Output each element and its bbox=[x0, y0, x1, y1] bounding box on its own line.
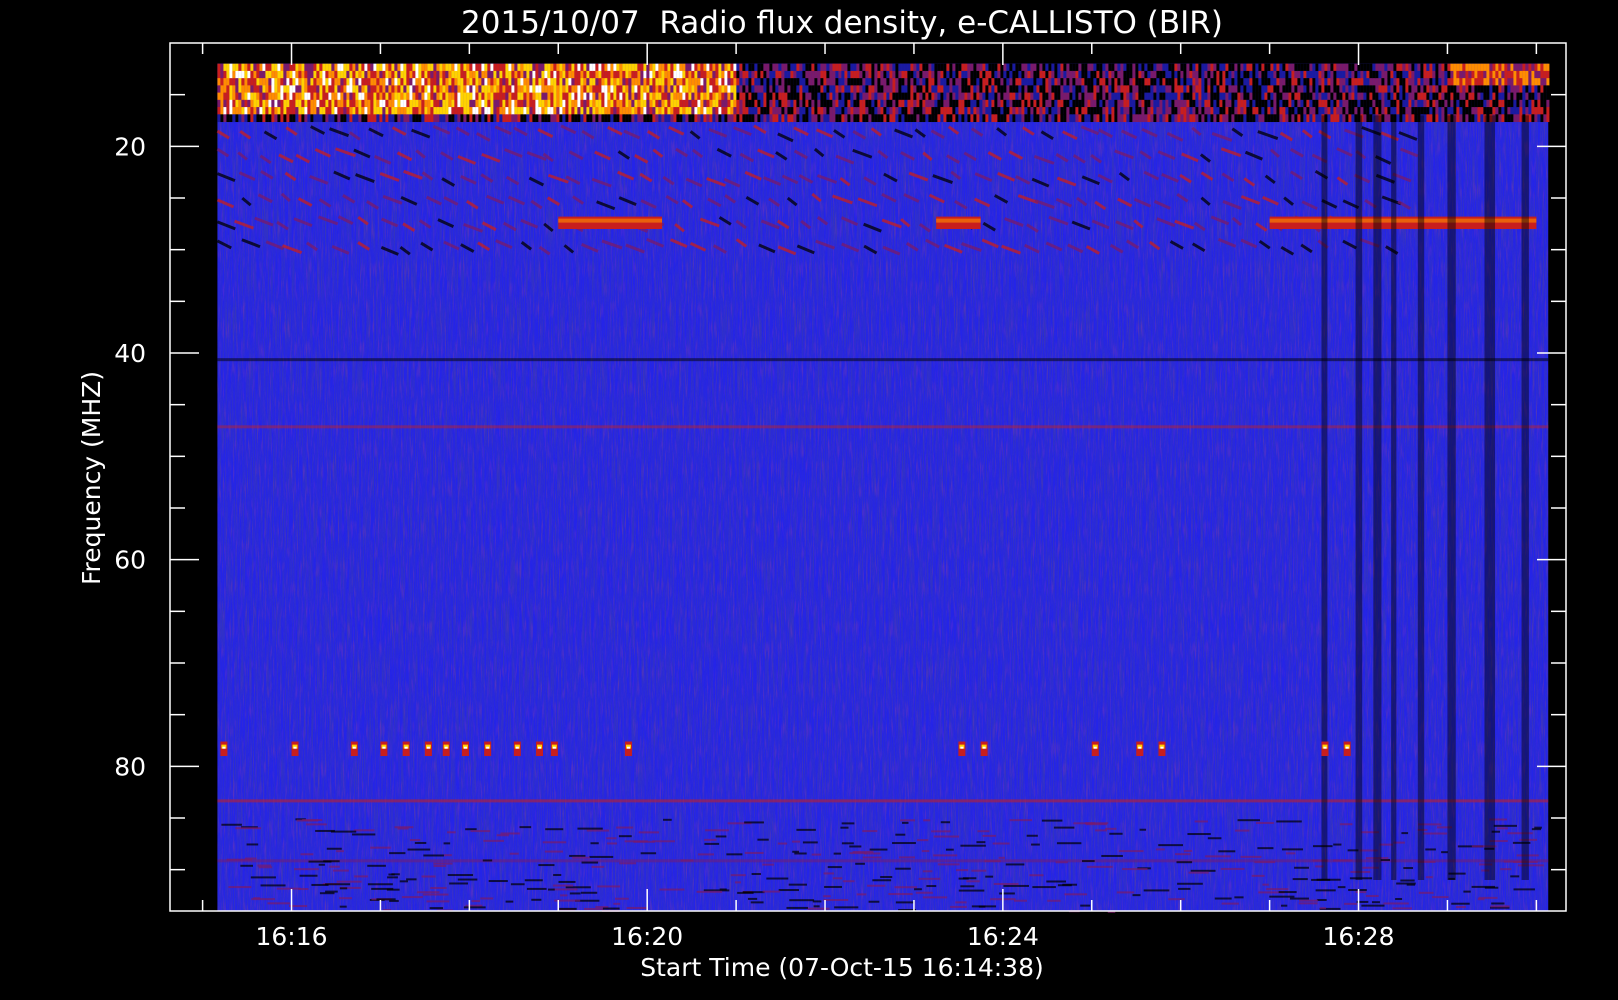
y-tick-label: 40 bbox=[114, 339, 146, 368]
dark-column bbox=[1355, 115, 1363, 881]
burst-spot-78mhz bbox=[402, 741, 410, 756]
burst-spot-78mhz bbox=[1158, 741, 1166, 756]
burst-spot-78mhz bbox=[1136, 741, 1144, 756]
burst-spot-78mhz bbox=[461, 741, 469, 756]
dark-column bbox=[1521, 115, 1529, 881]
x-tick-label: 16:20 bbox=[611, 922, 683, 951]
burst-spot-78mhz bbox=[1321, 741, 1329, 756]
spectrogram-image bbox=[216, 63, 1550, 913]
burst-spot-78mhz bbox=[442, 741, 450, 756]
band-27mhz bbox=[558, 216, 663, 229]
y-tick-label: 60 bbox=[114, 546, 146, 575]
y-tick-label: 20 bbox=[114, 132, 146, 161]
burst-spot-78mhz bbox=[536, 741, 544, 756]
band-27mhz-core bbox=[1269, 218, 1537, 223]
x-axis-label: Start Time (07-Oct-15 16:14:38) bbox=[640, 953, 1043, 982]
burst-spot-78mhz bbox=[550, 741, 558, 756]
dark-column bbox=[1373, 115, 1382, 881]
burst-spot-78mhz bbox=[1343, 741, 1351, 756]
burst-spot-78mhz bbox=[380, 741, 388, 756]
band-27mhz bbox=[936, 216, 981, 229]
spectrogram-noise-warm bbox=[217, 63, 1549, 911]
dark-column bbox=[1447, 115, 1456, 881]
rfi-line bbox=[217, 799, 1549, 803]
x-tick-label: 16:24 bbox=[967, 922, 1039, 951]
y-axis-label: Frequency (MHZ) bbox=[77, 371, 106, 585]
burst-spot-78mhz bbox=[624, 741, 632, 756]
dark-column bbox=[1391, 115, 1397, 881]
burst-spot-78mhz bbox=[513, 741, 521, 756]
burst-spot-78mhz bbox=[484, 741, 492, 756]
burst-spot-78mhz bbox=[958, 741, 966, 756]
band-27mhz-core bbox=[936, 218, 981, 223]
burst-spot-78mhz bbox=[1091, 741, 1099, 756]
x-tick-label: 16:16 bbox=[255, 922, 327, 951]
burst-spot-78mhz bbox=[424, 741, 432, 756]
burst-spot-78mhz bbox=[980, 741, 988, 756]
y-tick-label: 80 bbox=[114, 752, 146, 781]
rfi-line bbox=[217, 425, 1549, 429]
burst-spot-78mhz bbox=[350, 741, 358, 756]
intense-low-freq-band bbox=[217, 63, 1550, 123]
burst-spot-78mhz bbox=[291, 741, 299, 756]
band-27mhz bbox=[1269, 216, 1537, 229]
dark-column bbox=[1321, 115, 1328, 881]
band-27mhz-core bbox=[558, 218, 663, 223]
burst-spot-78mhz bbox=[220, 741, 228, 756]
rfi-line bbox=[217, 358, 1549, 362]
dark-column bbox=[1417, 115, 1425, 881]
spectrogram-chart: 2015/10/07 Radio flux density, e-CALLIST… bbox=[77, 5, 1567, 982]
chart-title: 2015/10/07 Radio flux density, e-CALLIST… bbox=[461, 5, 1223, 41]
dark-column bbox=[1484, 115, 1496, 881]
x-tick-label: 16:28 bbox=[1323, 922, 1395, 951]
